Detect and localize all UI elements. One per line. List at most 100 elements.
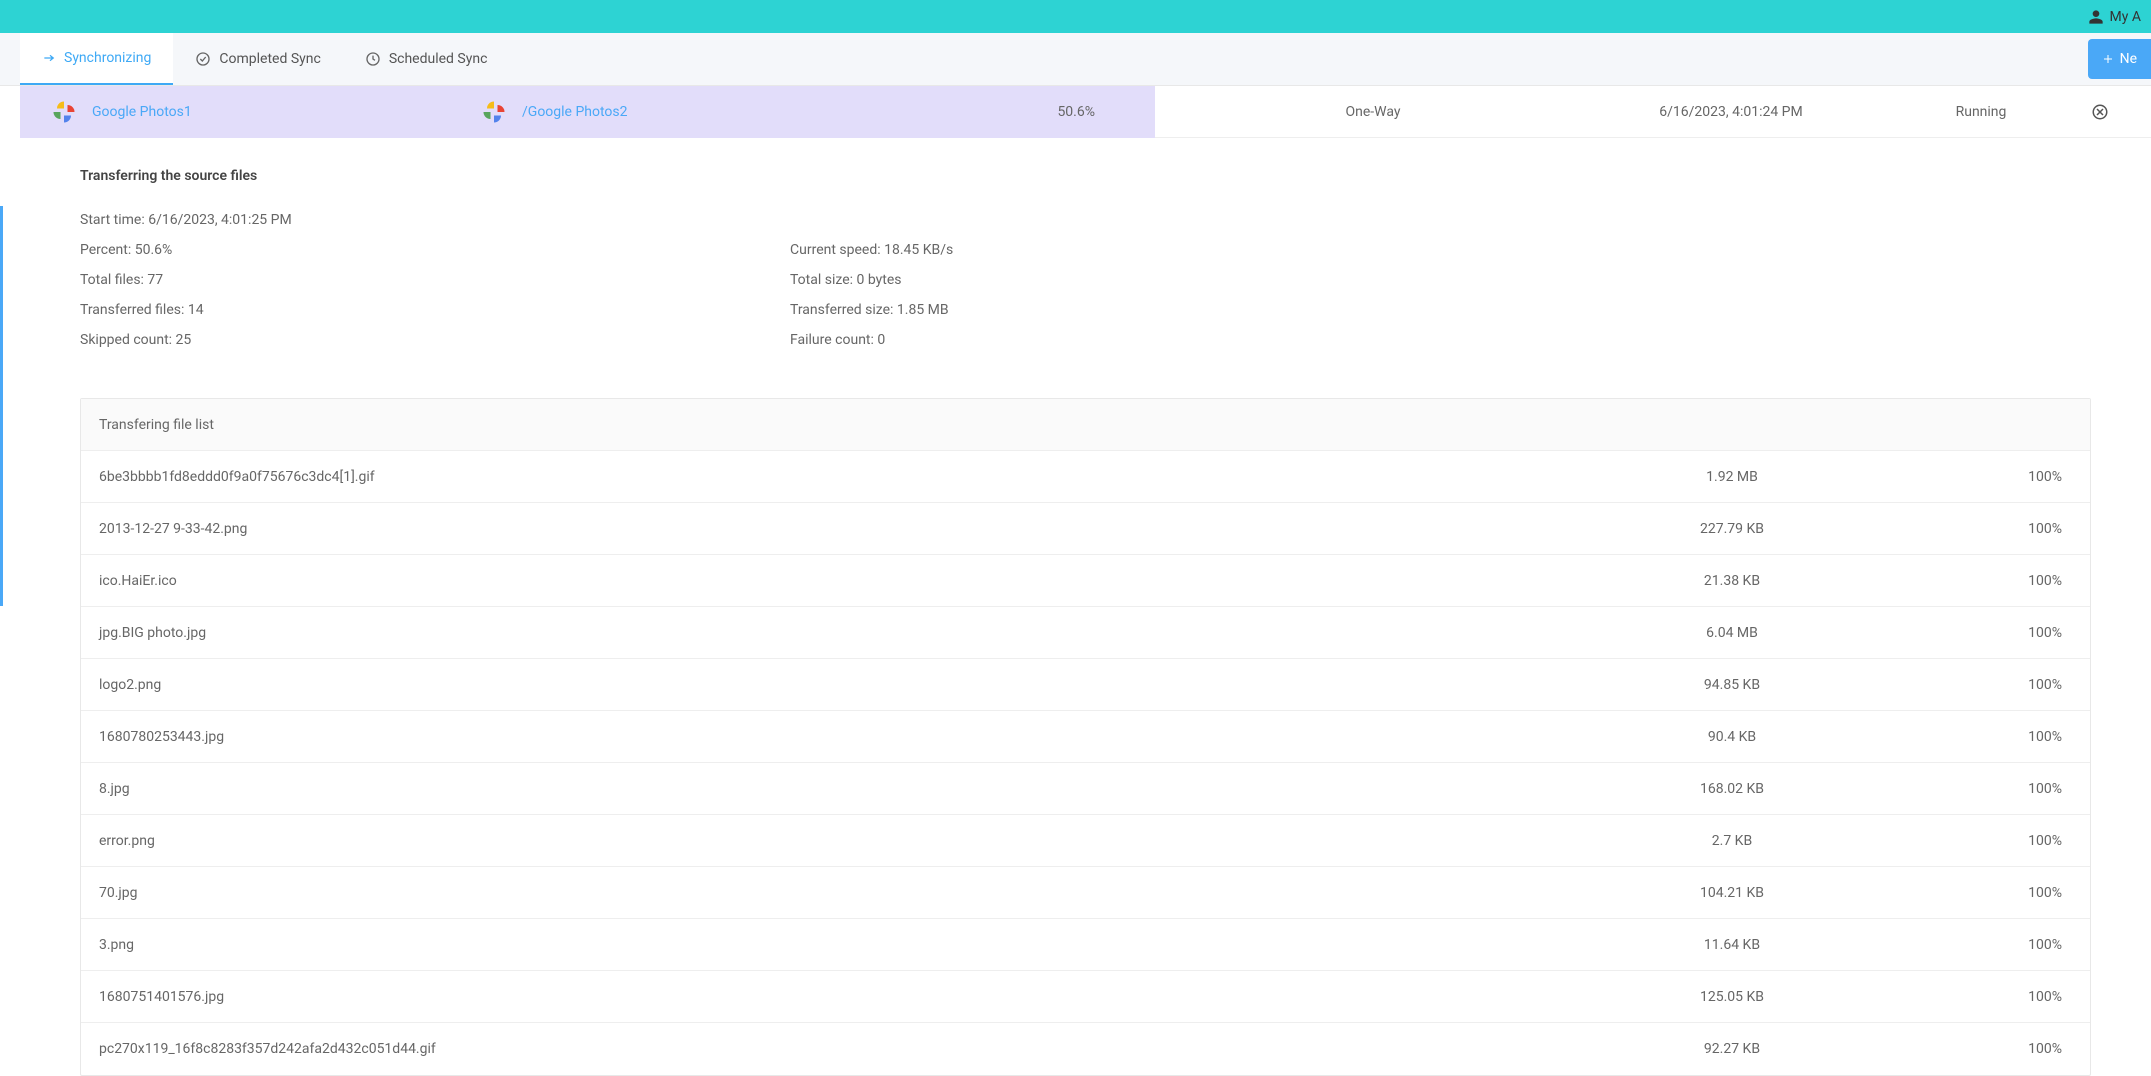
google-photos-icon bbox=[480, 98, 508, 126]
transfer-details: Transferring the source files Start time… bbox=[20, 138, 2151, 398]
file-size: 94.85 KB bbox=[1592, 677, 1872, 693]
file-name: 1680780253443.jpg bbox=[99, 729, 1592, 745]
file-rows-container: 6be3bbbb1fd8eddd0f9a0f75676c3dc4[1].gif1… bbox=[81, 451, 2090, 1075]
secondary-bar: Synchronizing Completed Sync Scheduled S… bbox=[0, 33, 2151, 86]
file-list-table: Transfering file list 6be3bbbb1fd8eddd0f… bbox=[80, 398, 2091, 1076]
stat-current-speed: Current speed: 18.45 KB/s bbox=[790, 242, 2091, 258]
file-name: 1680751401576.jpg bbox=[99, 989, 1592, 1005]
file-size: 6.04 MB bbox=[1592, 625, 1872, 641]
file-size: 168.02 KB bbox=[1592, 781, 1872, 797]
content: Google Photos1 /Google Photos2 50.6% One… bbox=[20, 86, 2151, 1076]
tab-synchronizing[interactable]: Synchronizing bbox=[20, 33, 173, 85]
tab-scheduled-sync[interactable]: Scheduled Sync bbox=[343, 33, 510, 85]
table-row: 3.png11.64 KB100% bbox=[81, 919, 2090, 971]
sync-task-row[interactable]: Google Photos1 /Google Photos2 50.6% One… bbox=[20, 86, 2151, 138]
sync-source: Google Photos1 bbox=[20, 98, 480, 126]
stat-total-size: Total size: 0 bytes bbox=[790, 272, 2091, 288]
source-label: Google Photos1 bbox=[92, 104, 192, 120]
cancel-sync-button[interactable] bbox=[2091, 103, 2151, 121]
file-progress: 100% bbox=[1872, 729, 2072, 745]
file-name: jpg.BIG photo.jpg bbox=[99, 625, 1592, 641]
file-progress: 100% bbox=[1872, 625, 2072, 641]
table-row: error.png2.7 KB100% bbox=[81, 815, 2090, 867]
file-size: 21.38 KB bbox=[1592, 573, 1872, 589]
file-progress: 100% bbox=[1872, 937, 2072, 953]
sync-task-right: One-Way 6/16/2023, 4:01:24 PM Running bbox=[1155, 86, 2151, 138]
table-row: jpg.BIG photo.jpg6.04 MB100% bbox=[81, 607, 2090, 659]
sync-percent: 50.6% bbox=[940, 104, 1155, 120]
file-progress: 100% bbox=[1872, 885, 2072, 901]
file-size: 2.7 KB bbox=[1592, 833, 1872, 849]
table-row: 6be3bbbb1fd8eddd0f9a0f75676c3dc4[1].gif1… bbox=[81, 451, 2090, 503]
file-name: 70.jpg bbox=[99, 885, 1592, 901]
file-progress: 100% bbox=[1872, 469, 2072, 485]
sync-task-left: Google Photos1 /Google Photos2 50.6% bbox=[20, 86, 1155, 138]
table-row: ico.HaiEr.ico21.38 KB100% bbox=[81, 555, 2090, 607]
stats-col-left: Percent: 50.6% Total files: 77 Transferr… bbox=[80, 242, 790, 348]
arrow-right-icon bbox=[42, 51, 56, 65]
stats-grid: Percent: 50.6% Total files: 77 Transferr… bbox=[80, 242, 2091, 348]
file-list-header-label: Transfering file list bbox=[99, 417, 1592, 433]
sync-mode: One-Way bbox=[1155, 104, 1591, 120]
tab-label: Synchronizing bbox=[64, 50, 151, 66]
file-name: 3.png bbox=[99, 937, 1592, 953]
file-progress: 100% bbox=[1872, 521, 2072, 537]
stat-total-files: Total files: 77 bbox=[80, 272, 790, 288]
left-indicator bbox=[0, 206, 20, 606]
file-progress: 100% bbox=[1872, 989, 2072, 1005]
file-progress: 100% bbox=[1872, 677, 2072, 693]
details-heading: Transferring the source files bbox=[80, 168, 2091, 184]
user-icon bbox=[2088, 9, 2104, 25]
tab-completed-sync[interactable]: Completed Sync bbox=[173, 33, 342, 85]
file-size: 125.05 KB bbox=[1592, 989, 1872, 1005]
file-size: 90.4 KB bbox=[1592, 729, 1872, 745]
new-button-label: Ne bbox=[2120, 51, 2137, 67]
file-progress: 100% bbox=[1872, 573, 2072, 589]
table-row: 1680780253443.jpg90.4 KB100% bbox=[81, 711, 2090, 763]
file-name: 2013-12-27 9-33-42.png bbox=[99, 521, 1592, 537]
table-row: pc270x119_16f8c8283f357d242afa2d432c051d… bbox=[81, 1023, 2090, 1075]
file-name: ico.HaiEr.ico bbox=[99, 573, 1592, 589]
table-row: 1680751401576.jpg125.05 KB100% bbox=[81, 971, 2090, 1023]
account-menu[interactable]: My A bbox=[2088, 9, 2141, 25]
stat-failure-count: Failure count: 0 bbox=[790, 332, 2091, 348]
cancel-icon bbox=[2091, 103, 2151, 121]
file-progress: 100% bbox=[1872, 1041, 2072, 1057]
table-row: logo2.png94.85 KB100% bbox=[81, 659, 2090, 711]
table-row: 2013-12-27 9-33-42.png227.79 KB100% bbox=[81, 503, 2090, 555]
file-size: 104.21 KB bbox=[1592, 885, 1872, 901]
new-sync-button[interactable]: Ne bbox=[2088, 39, 2151, 79]
main-area: Google Photos1 /Google Photos2 50.6% One… bbox=[0, 86, 2151, 1076]
stat-start-time: Start time: 6/16/2023, 4:01:25 PM bbox=[80, 212, 2091, 228]
stat-transferred-size: Transferred size: 1.85 MB bbox=[790, 302, 2091, 318]
file-size: 11.64 KB bbox=[1592, 937, 1872, 953]
file-size: 227.79 KB bbox=[1592, 521, 1872, 537]
clock-icon bbox=[365, 51, 381, 67]
table-row: 70.jpg104.21 KB100% bbox=[81, 867, 2090, 919]
stat-transferred-files: Transferred files: 14 bbox=[80, 302, 790, 318]
file-list-header: Transfering file list bbox=[81, 399, 2090, 451]
account-label: My A bbox=[2110, 9, 2141, 25]
file-name: error.png bbox=[99, 833, 1592, 849]
check-circle-icon bbox=[195, 51, 211, 67]
tab-label: Completed Sync bbox=[219, 51, 320, 67]
sync-datetime: 6/16/2023, 4:01:24 PM bbox=[1591, 104, 1871, 120]
stat-percent: Percent: 50.6% bbox=[80, 242, 790, 258]
table-row: 8.jpg168.02 KB100% bbox=[81, 763, 2090, 815]
destination-label: /Google Photos2 bbox=[522, 104, 628, 120]
sync-status: Running bbox=[1871, 104, 2091, 120]
file-size: 1.92 MB bbox=[1592, 469, 1872, 485]
file-name: pc270x119_16f8c8283f357d242afa2d432c051d… bbox=[99, 1041, 1592, 1057]
sync-destination: /Google Photos2 bbox=[480, 98, 940, 126]
file-progress: 100% bbox=[1872, 833, 2072, 849]
stats-col-right: Current speed: 18.45 KB/s Total size: 0 … bbox=[790, 242, 2091, 348]
google-photos-icon bbox=[50, 98, 78, 126]
file-size: 92.27 KB bbox=[1592, 1041, 1872, 1057]
file-progress: 100% bbox=[1872, 781, 2072, 797]
tab-label: Scheduled Sync bbox=[389, 51, 488, 67]
plus-icon bbox=[2102, 53, 2114, 65]
top-bar: My A bbox=[0, 0, 2151, 33]
sync-tabs: Synchronizing Completed Sync Scheduled S… bbox=[20, 33, 509, 85]
stat-skipped-count: Skipped count: 25 bbox=[80, 332, 790, 348]
file-name: 8.jpg bbox=[99, 781, 1592, 797]
